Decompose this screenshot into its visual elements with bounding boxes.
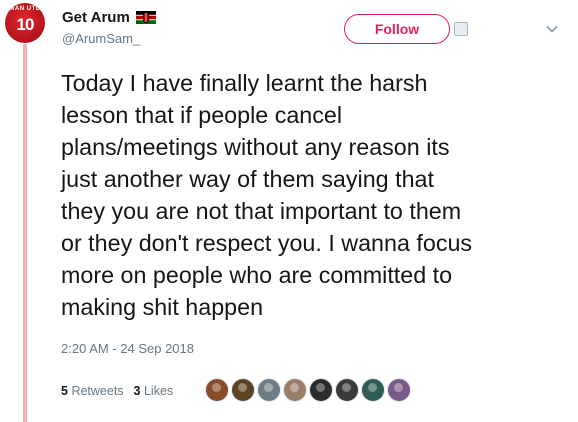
chevron-down-icon[interactable] [546, 22, 558, 34]
kenya-flag-icon [135, 11, 156, 24]
thread-rail [23, 44, 27, 422]
retweets-label: Retweets [71, 384, 124, 398]
avatar-number: 10 [16, 14, 35, 34]
avatar-top-text: MAN UTD [9, 6, 41, 12]
author-name-row[interactable]: Get Arum [62, 9, 156, 26]
likes-stat[interactable]: 3 Likes [134, 384, 174, 398]
tweet-text-line: lesson that if people cancel [61, 102, 343, 128]
liker-avatar[interactable] [283, 378, 307, 402]
follow-options-icon[interactable] [454, 22, 468, 36]
retweets-stat[interactable]: 5 Retweets [61, 384, 124, 398]
liker-avatars [205, 378, 411, 402]
liker-avatar[interactable] [361, 378, 385, 402]
liker-avatar[interactable] [309, 378, 333, 402]
liker-avatar[interactable] [205, 378, 229, 402]
avatar[interactable]: MAN UTD 10 [5, 3, 45, 43]
liker-avatar[interactable] [231, 378, 255, 402]
likes-count: 3 [133, 384, 141, 398]
tweet-text-line: more on people who are committed to [61, 262, 453, 288]
tweet-text-line: plans/meetings without any reason its [61, 134, 450, 160]
liker-avatar[interactable] [387, 378, 411, 402]
tweet-text-line: just another way of them saying that [61, 166, 434, 192]
follow-button[interactable]: Follow [344, 14, 450, 44]
liker-avatar[interactable] [257, 378, 281, 402]
author-name[interactable]: Get Arum [62, 9, 130, 26]
tweet-timestamp[interactable]: 2:20 AM - 24 Sep 2018 [61, 341, 194, 356]
likes-label: Likes [143, 384, 174, 398]
tweet-text-line: they you are not that important to them [61, 198, 462, 224]
author-handle[interactable]: @ArumSam_ [62, 31, 140, 46]
liker-avatar[interactable] [335, 378, 359, 402]
retweets-count: 5 [61, 384, 68, 398]
tweet-text-line: making shit happen [61, 294, 264, 320]
tweet-text-line: or they don't respect you. I wanna focus [61, 230, 473, 256]
tweet-text-line: Today I have finally learnt the harsh [61, 70, 428, 96]
tweet-text: Today I have finally learnt the harsh les… [61, 67, 566, 323]
tweet-stats: 5 Retweets 3 Likes [61, 384, 173, 398]
